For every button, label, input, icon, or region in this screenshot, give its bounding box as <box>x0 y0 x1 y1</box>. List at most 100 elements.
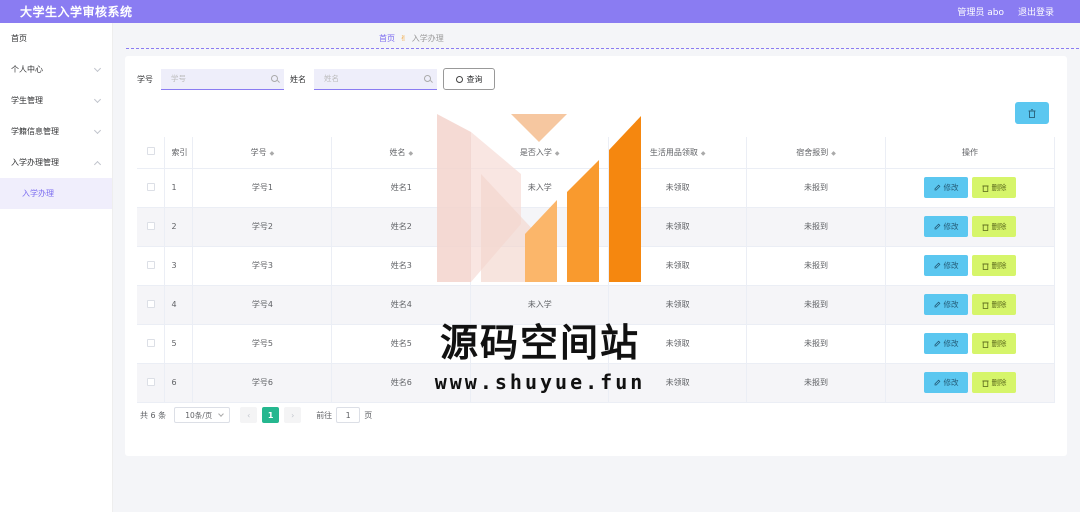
edit-icon <box>934 184 940 191</box>
header-actions: 操作 <box>885 137 1055 169</box>
name-label: 姓名 <box>290 74 306 84</box>
sort-caret-icon[interactable]: ◆ <box>831 150 836 157</box>
goto-page-input[interactable]: 1 <box>336 407 361 423</box>
cell-dorm: 未报到 <box>746 168 886 208</box>
edit-button[interactable]: 修改 <box>924 177 968 198</box>
trash-icon <box>981 263 989 270</box>
row-checkbox[interactable] <box>146 299 155 308</box>
row-checkbox[interactable] <box>146 377 155 386</box>
delete-button[interactable]: 删除 <box>972 333 1016 354</box>
logout-link[interactable]: 退出登录 <box>1018 5 1054 18</box>
cell-actions: 修改 删除 <box>885 363 1055 403</box>
query-button[interactable]: 查询 <box>443 68 495 90</box>
breadcrumb-home[interactable]: 首页 <box>379 33 395 44</box>
edit-button-label: 修改 <box>943 183 959 192</box>
page-size-value: 10条/页 <box>185 410 213 420</box>
cell-actions: 修改 删除 <box>885 324 1055 364</box>
sidebar-item-status-management[interactable]: 学籍信息管理 <box>0 116 112 147</box>
row-checkbox[interactable] <box>146 221 155 230</box>
sidebar-item-home[interactable]: 首页 <box>0 23 112 54</box>
trash-icon <box>981 341 989 348</box>
header-student-no[interactable]: 学号 ◆ <box>192 137 333 169</box>
cell-actions: 修改 删除 <box>885 168 1055 208</box>
name-input[interactable]: 姓名 <box>314 68 437 90</box>
header-name-label: 姓名 <box>389 147 406 157</box>
sort-caret-icon[interactable]: ◆ <box>409 150 414 157</box>
delete-button-label: 删除 <box>991 261 1007 270</box>
search-icon <box>455 75 463 83</box>
page-unit-label: 页 <box>364 410 373 420</box>
delete-button[interactable]: 删除 <box>972 255 1016 276</box>
delete-button[interactable]: 删除 <box>972 216 1016 237</box>
edit-icon <box>934 223 940 230</box>
row-checkbox-cell <box>137 324 166 364</box>
sort-caret-icon[interactable]: ◆ <box>270 150 275 157</box>
prev-page-button[interactable]: ‹ <box>240 407 258 423</box>
sidebar-item-enrollment[interactable]: 入学办理 <box>0 178 112 209</box>
student-no-label: 学号 <box>137 74 153 84</box>
cell-index: 1 <box>164 168 194 208</box>
admin-user[interactable]: 管理员 abo <box>957 5 1004 18</box>
row-checkbox-cell <box>137 363 166 403</box>
edit-button[interactable]: 修改 <box>924 372 968 393</box>
edit-button-label: 修改 <box>943 222 959 231</box>
header-supplies-label: 生活用品领取 <box>649 147 698 157</box>
row-checkbox[interactable] <box>146 260 155 269</box>
header-dorm[interactable]: 宿舍报到 ◆ <box>746 137 886 169</box>
search-icon <box>271 74 278 82</box>
batch-delete-button[interactable] <box>1015 102 1049 124</box>
sidebar-item-personal-center[interactable]: 个人中心 <box>0 54 112 85</box>
sidebar-item-label: 首页 <box>11 34 27 43</box>
delete-button[interactable]: 删除 <box>972 294 1016 315</box>
student-no-input[interactable]: 学号 <box>161 68 284 90</box>
select-all-checkbox[interactable] <box>146 147 155 156</box>
goto-label: 前往 <box>316 410 333 420</box>
watermark-logo <box>437 114 641 282</box>
breadcrumb-current: 入学办理 <box>411 34 444 43</box>
cell-student-no: 学号3 <box>192 246 333 286</box>
chevron-right-icon: › <box>291 410 295 420</box>
row-checkbox-cell <box>137 285 166 325</box>
cell-actions: 修改 删除 <box>885 285 1055 325</box>
sidebar-item-student-management[interactable]: 学生管理 <box>0 85 112 116</box>
app-title: 大学生入学审核系统 <box>20 5 133 19</box>
sidebar-item-enrollment-management[interactable]: 入学办理管理 <box>0 147 112 178</box>
cell-actions: 修改 删除 <box>885 246 1055 286</box>
delete-button[interactable]: 删除 <box>972 372 1016 393</box>
cell-index: 4 <box>164 285 194 325</box>
edit-button[interactable]: 修改 <box>924 294 968 315</box>
chevron-down-icon <box>218 411 225 417</box>
breadcrumb: 首页 ✌ 入学办理 <box>379 33 444 44</box>
row-checkbox-cell <box>137 207 166 247</box>
edit-button[interactable]: 修改 <box>924 333 968 354</box>
page-number-button[interactable]: 1 <box>262 407 280 423</box>
chevron-down-icon <box>93 95 102 104</box>
header-checkbox-cell <box>137 137 166 169</box>
cell-student-no: 学号5 <box>192 324 333 364</box>
delete-button[interactable]: 删除 <box>972 177 1016 198</box>
trash-icon <box>1028 108 1036 118</box>
sort-caret-icon[interactable]: ◆ <box>701 150 706 157</box>
sidebar-item-label: 入学办理 <box>22 189 54 198</box>
page-size-select[interactable]: 10条/页 <box>174 407 231 423</box>
header-index: 索引 <box>164 137 194 169</box>
top-bar: 大学生入学审核系统 管理员 abo 退出登录 <box>0 0 1080 23</box>
row-checkbox[interactable] <box>146 338 155 347</box>
header-dorm-label: 宿舍报到 <box>796 147 829 157</box>
total-count: 共 6 条 <box>140 410 167 420</box>
edit-button[interactable]: 修改 <box>924 216 968 237</box>
edit-button[interactable]: 修改 <box>924 255 968 276</box>
next-page-button[interactable]: › <box>284 407 302 423</box>
cell-dorm: 未报到 <box>746 207 886 247</box>
search-bar: 学号 学号 姓名 姓名 查询 <box>137 68 495 90</box>
sidebar-item-label: 入学办理管理 <box>11 158 59 167</box>
watermark-url: www.shuyue.fun <box>434 370 646 394</box>
cell-index: 2 <box>164 207 194 247</box>
sidebar-item-label: 学生管理 <box>11 96 43 105</box>
edit-icon <box>934 379 940 386</box>
delete-button-label: 删除 <box>991 378 1007 387</box>
search-icon <box>424 74 431 82</box>
row-checkbox[interactable] <box>146 182 155 191</box>
delete-button-label: 删除 <box>991 300 1007 309</box>
cell-student-no: 学号2 <box>192 207 333 247</box>
